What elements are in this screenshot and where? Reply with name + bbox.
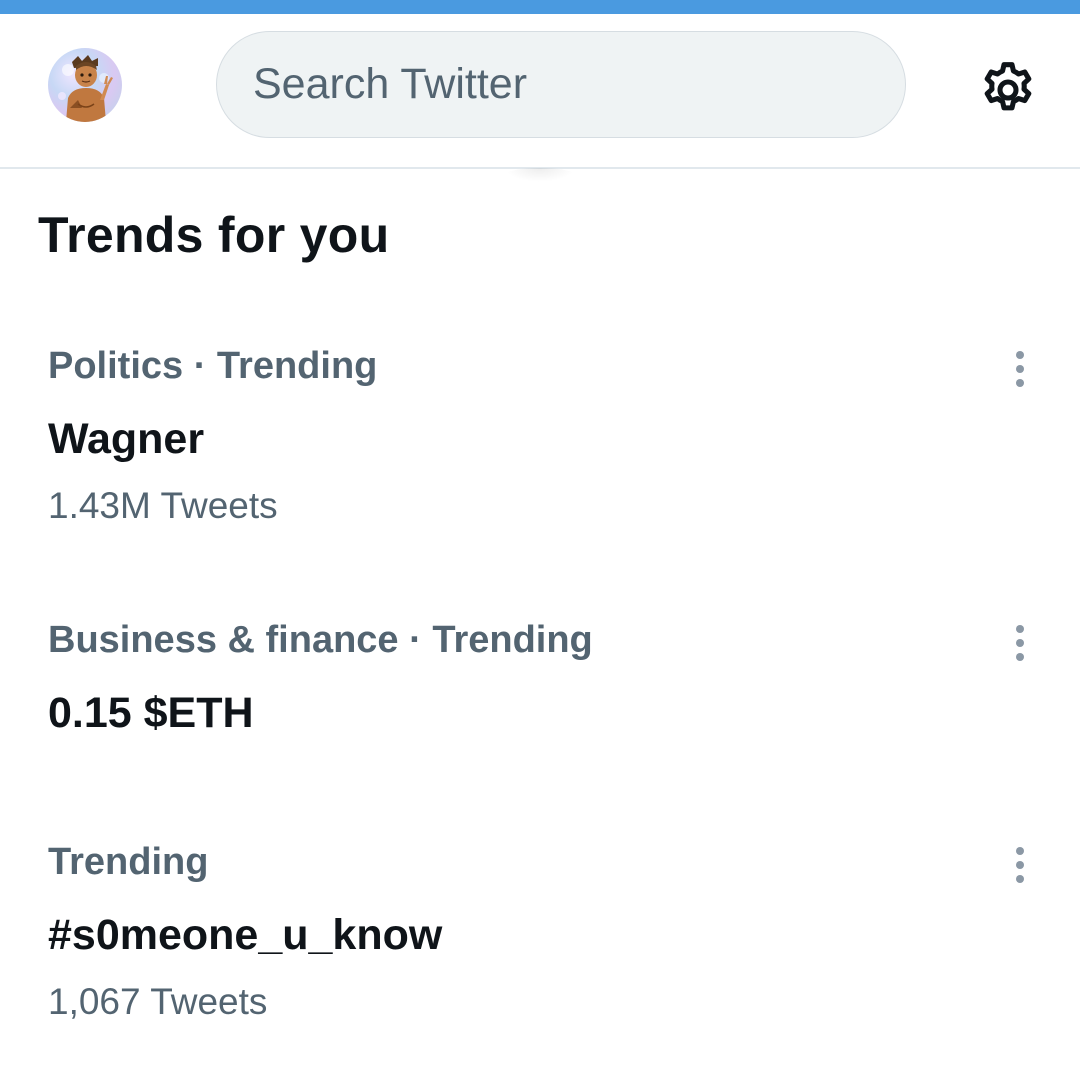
- trend-name: #s0meone_u_know: [48, 911, 443, 959]
- more-icon-dot: [1016, 379, 1024, 387]
- trend-name: 0.15 $ETH: [48, 689, 254, 737]
- trend-item[interactable]: Business & finance · Trending 0.15 $ETH: [0, 619, 1080, 749]
- trend-meta: Trending: [48, 841, 209, 883]
- more-icon-dot: [1016, 875, 1024, 883]
- more-icon-dot: [1016, 351, 1024, 359]
- section-title: Trends for you: [38, 207, 390, 263]
- top-accent-bar: [0, 0, 1080, 14]
- gear-icon: [984, 62, 1032, 111]
- more-options-button[interactable]: [1004, 841, 1036, 889]
- trend-name: Wagner: [48, 415, 205, 463]
- trend-tweet-count: 1,067 Tweets: [48, 981, 268, 1022]
- more-icon-dot: [1016, 365, 1024, 373]
- trend-tweet-count: 1.43M Tweets: [48, 485, 278, 526]
- more-options-button[interactable]: [1004, 619, 1036, 667]
- trend-meta: Politics · Trending: [48, 345, 378, 387]
- search-box[interactable]: [216, 31, 906, 138]
- avatar[interactable]: [48, 48, 122, 122]
- trend-meta: Business & finance · Trending: [48, 619, 593, 661]
- more-options-button[interactable]: [1004, 345, 1036, 393]
- header: [0, 14, 1080, 169]
- more-icon-dot: [1016, 861, 1024, 869]
- more-icon-dot: [1016, 653, 1024, 661]
- more-icon-dot: [1016, 639, 1024, 647]
- search-input[interactable]: [253, 60, 905, 109]
- trend-item[interactable]: Politics · Trending Wagner 1.43M Tweets: [0, 345, 1080, 535]
- more-icon-dot: [1016, 847, 1024, 855]
- more-icon-dot: [1016, 625, 1024, 633]
- scroll-shadow: [505, 168, 575, 182]
- trend-item[interactable]: Trending #s0meone_u_know 1,067 Tweets: [0, 841, 1080, 1031]
- settings-button[interactable]: [972, 54, 1044, 126]
